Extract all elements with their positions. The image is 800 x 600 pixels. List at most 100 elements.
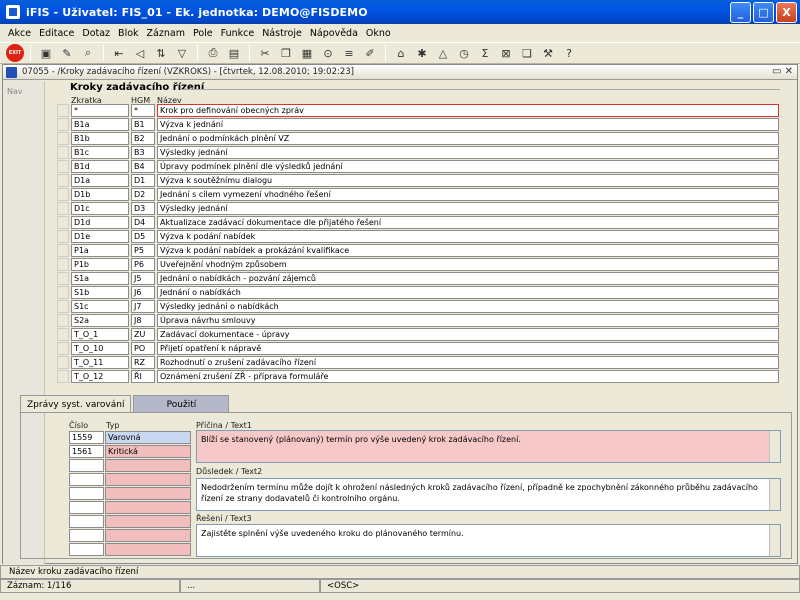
table-row[interactable]: S1b J6 Jednání o nabídkách bbox=[57, 286, 779, 300]
cell-nazev[interactable]: Krok pro definování obecných zpráv bbox=[157, 104, 779, 117]
menu-funkce[interactable]: Funkce bbox=[217, 28, 259, 39]
row-selector[interactable] bbox=[57, 216, 69, 229]
sort-icon[interactable]: ⇅ bbox=[152, 44, 170, 62]
row-selector[interactable] bbox=[57, 286, 69, 299]
cell-nazev[interactable]: Výzva k podání nabídek a prokázání kvali… bbox=[157, 244, 779, 257]
menu-akce[interactable]: Akce bbox=[4, 28, 35, 39]
cell-typ[interactable] bbox=[105, 459, 191, 472]
cell-hgm[interactable]: PO bbox=[131, 342, 155, 355]
triangle-icon[interactable]: △ bbox=[434, 44, 452, 62]
menu-blok[interactable]: Blok bbox=[114, 28, 142, 39]
cell-hgm[interactable]: J7 bbox=[131, 300, 155, 313]
minimize-button[interactable]: _ bbox=[730, 2, 751, 23]
paste-icon[interactable]: ▦ bbox=[298, 44, 316, 62]
cell-typ[interactable] bbox=[105, 515, 191, 528]
cell-zkratka[interactable]: D1e bbox=[71, 230, 129, 243]
cell-hgm[interactable]: B3 bbox=[131, 146, 155, 159]
cell-hgm[interactable]: * bbox=[131, 104, 155, 117]
table-row[interactable]: * * Krok pro definování obecných zpráv bbox=[57, 104, 779, 118]
cell-nazev[interactable]: Úpravy podmínek plnění dle výsledků jedn… bbox=[157, 160, 779, 173]
table-row[interactable]: T_O_12 ŘI Oznámení zrušení ZŘ - příprava f… bbox=[57, 370, 779, 384]
window-icon[interactable]: ❏ bbox=[518, 44, 536, 62]
menu-okno[interactable]: Okno bbox=[362, 28, 395, 39]
cell-nazev[interactable]: Aktualizace zadávací dokumentace dle při… bbox=[157, 216, 779, 229]
copy-icon[interactable]: ❐ bbox=[277, 44, 295, 62]
cell-zkratka[interactable]: T_O_1 bbox=[71, 328, 129, 341]
exit-button[interactable]: EXIT bbox=[6, 44, 24, 62]
cell-nazev[interactable]: Rozhodnutí o zrušení zadávacího řízení bbox=[157, 356, 779, 369]
row-selector[interactable] bbox=[57, 244, 69, 257]
cell-typ[interactable] bbox=[105, 543, 191, 556]
reseni-scrollbar[interactable] bbox=[769, 525, 780, 556]
cell-cislo[interactable] bbox=[69, 473, 104, 486]
find-icon[interactable]: ⊙ bbox=[319, 44, 337, 62]
cell-cislo[interactable]: 1559 bbox=[69, 431, 104, 444]
table-row[interactable]: D1c D3 Výsledky jednání bbox=[57, 202, 779, 216]
row-selector[interactable] bbox=[57, 356, 69, 369]
table-row[interactable]: B1a B1 Výzva k jednání bbox=[57, 118, 779, 132]
cell-cislo[interactable] bbox=[69, 543, 104, 556]
cell-nazev[interactable]: Jednání o podmínkách plnění VZ bbox=[157, 132, 779, 145]
table-row[interactable]: D1d D4 Aktualizace zadávací dokumentace dl… bbox=[57, 216, 779, 230]
cell-typ[interactable] bbox=[105, 529, 191, 542]
cell-zkratka[interactable]: S1b bbox=[71, 286, 129, 299]
tab-pouziti[interactable]: Použití bbox=[133, 395, 230, 413]
building-icon[interactable]: ⌂ bbox=[392, 44, 410, 62]
menu-pole[interactable]: Pole bbox=[189, 28, 217, 39]
cell-zkratka[interactable]: D1b bbox=[71, 188, 129, 201]
table-row[interactable]: P1a P5 Výzva k podání nabídek a prokázání … bbox=[57, 244, 779, 258]
row-selector[interactable] bbox=[57, 146, 69, 159]
table-row[interactable]: B1b B2 Jednání o podmínkách plnění VZ bbox=[57, 132, 779, 146]
cell-cislo[interactable] bbox=[69, 459, 104, 472]
menu-nastroje[interactable]: Nástroje bbox=[258, 28, 306, 39]
dusledek-field[interactable]: Nedodržením termínu může dojít k ohrožen… bbox=[196, 478, 781, 511]
star-icon[interactable]: ✱ bbox=[413, 44, 431, 62]
row-selector[interactable] bbox=[57, 258, 69, 271]
cell-hgm[interactable]: P5 bbox=[131, 244, 155, 257]
print-icon[interactable]: ⎙ bbox=[204, 44, 222, 62]
cell-nazev[interactable]: Úprava návrhu smlouvy bbox=[157, 314, 779, 327]
menu-zaznam[interactable]: Záznam bbox=[143, 28, 189, 39]
cell-nazev[interactable]: Jednání o nabídkách bbox=[157, 286, 779, 299]
reseni-field[interactable]: Zajistěte splnění výše uvedeného kroku d… bbox=[196, 524, 781, 557]
table-row[interactable]: S2a J8 Úprava návrhu smlouvy bbox=[57, 314, 779, 328]
cell-zkratka[interactable]: T_O_10 bbox=[71, 342, 129, 355]
menu-dotaz[interactable]: Dotaz bbox=[78, 28, 114, 39]
cut-icon[interactable]: ✂ bbox=[256, 44, 274, 62]
cell-typ[interactable] bbox=[105, 501, 191, 514]
cell-nazev[interactable]: Výsledky jednání o nabídkách bbox=[157, 300, 779, 313]
cell-typ[interactable]: Kritická bbox=[105, 445, 191, 458]
cell-zkratka[interactable]: B1d bbox=[71, 160, 129, 173]
query-icon[interactable]: ⌕ bbox=[79, 44, 97, 62]
pricina-field[interactable]: Blíží se stanovený (plánovaný) termín pr… bbox=[196, 430, 781, 463]
maximize-button[interactable]: □ bbox=[753, 2, 774, 23]
cell-hgm[interactable]: D4 bbox=[131, 216, 155, 229]
cell-hgm[interactable]: D3 bbox=[131, 202, 155, 215]
row-selector[interactable] bbox=[57, 300, 69, 313]
cell-nazev[interactable]: Výzva k podání nabídek bbox=[157, 230, 779, 243]
table-row[interactable]: T_O_1 ZU Zadávací dokumentace - úpravy bbox=[57, 328, 779, 342]
cell-hgm[interactable]: D1 bbox=[131, 174, 155, 187]
cell-cislo[interactable]: 1561 bbox=[69, 445, 104, 458]
cell-hgm[interactable]: B4 bbox=[131, 160, 155, 173]
menu-napoveda[interactable]: Nápověda bbox=[306, 28, 362, 39]
filter-icon[interactable]: ▽ bbox=[173, 44, 191, 62]
cell-cislo[interactable] bbox=[69, 515, 104, 528]
table-row[interactable]: T_O_10 PO Přijetí opatření k nápravě bbox=[57, 342, 779, 356]
row-selector[interactable] bbox=[57, 370, 69, 383]
table-row[interactable]: P1b P6 Uveřejnění vhodným způsobem bbox=[57, 258, 779, 272]
cell-hgm[interactable]: D2 bbox=[131, 188, 155, 201]
cell-nazev[interactable]: Výsledky jednání bbox=[157, 202, 779, 215]
cell-zkratka[interactable]: S1c bbox=[71, 300, 129, 313]
table-row[interactable]: S1a J5 Jednání o nabídkách - pozvání zájem… bbox=[57, 272, 779, 286]
row-selector[interactable] bbox=[57, 104, 69, 117]
cell-nazev[interactable]: Výzva k jednání bbox=[157, 118, 779, 131]
window-titlebar[interactable]: iFIS - Uživatel: FIS_01 - Ek. jednotka: … bbox=[0, 0, 800, 24]
cell-cislo[interactable] bbox=[69, 501, 104, 514]
table-row[interactable]: T_O_11 RZ Rozhodnutí o zrušení zadávacího … bbox=[57, 356, 779, 370]
preview-icon[interactable]: ▤ bbox=[225, 44, 243, 62]
cell-hgm[interactable]: B2 bbox=[131, 132, 155, 145]
table-row[interactable]: S1c J7 Výsledky jednání o nabídkách bbox=[57, 300, 779, 314]
cell-zkratka[interactable]: P1a bbox=[71, 244, 129, 257]
edit-icon[interactable]: ✐ bbox=[361, 44, 379, 62]
